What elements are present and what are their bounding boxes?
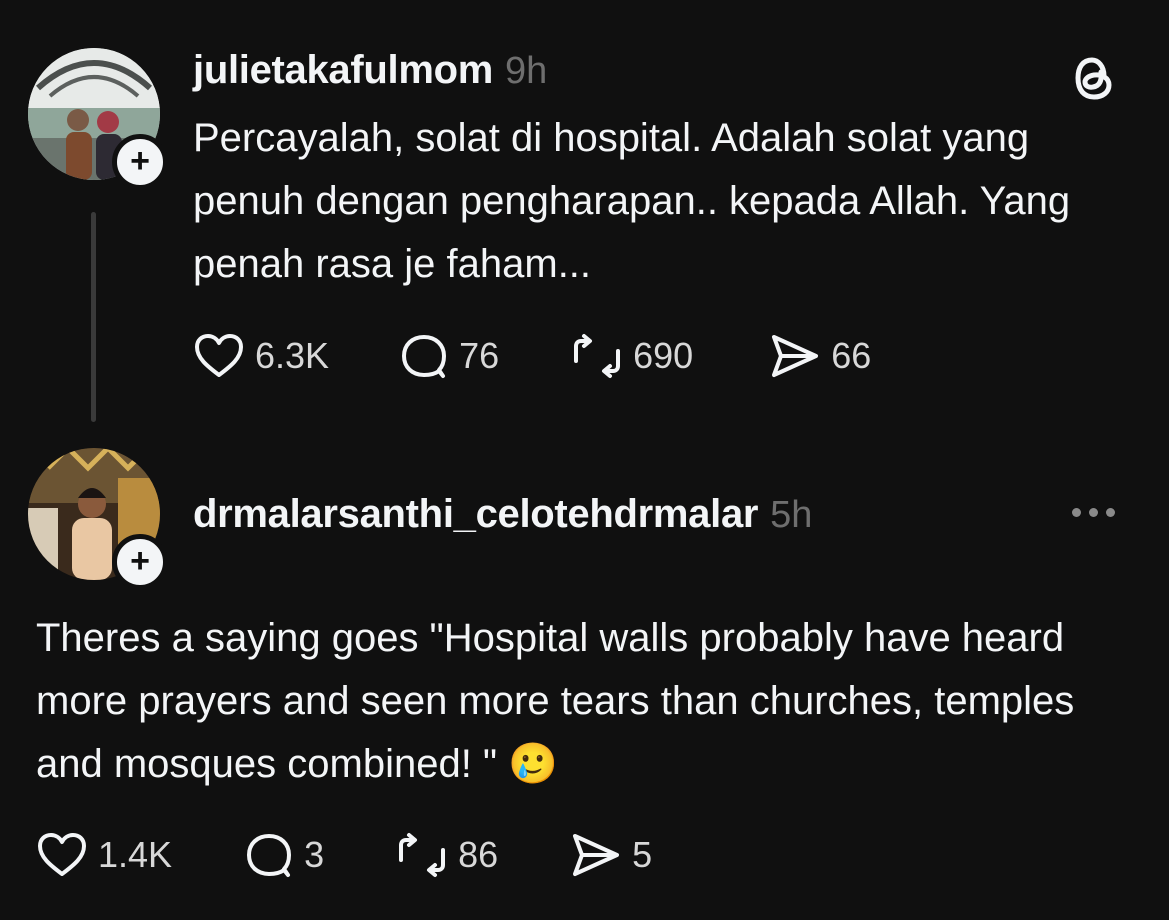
share-count: 5 [632, 834, 653, 875]
repost-count: 86 [458, 834, 499, 875]
reply-count: 3 [304, 834, 325, 875]
comment-icon [402, 335, 447, 378]
post-text: Percayalah, solat di hospital. Adalah so… [193, 116, 1071, 286]
avatar-drmalar-wrap: + [28, 448, 168, 590]
reply-button[interactable]: 3 [244, 832, 324, 878]
username[interactable]: drmalarsanthi_celotehdrmalar [193, 492, 758, 537]
timestamp: 5h [770, 494, 813, 536]
thread-connector-line [91, 212, 96, 422]
repost-icon [399, 833, 446, 877]
plus-icon: + [130, 141, 150, 180]
follow-button[interactable]: + [112, 134, 168, 190]
reply-count: 76 [459, 335, 500, 376]
share-button[interactable]: 66 [769, 333, 871, 379]
username[interactable]: julietakafulmom [193, 48, 493, 93]
repost-icon [574, 334, 621, 378]
repost-count: 690 [633, 335, 694, 376]
share-button[interactable]: 5 [570, 832, 652, 878]
post-actions: 6.3K 76 690 66 [193, 333, 871, 379]
follow-button[interactable]: + [112, 534, 168, 590]
repost-button[interactable]: 86 [396, 832, 498, 878]
post-header: drmalarsanthi_celotehdrmalar 5h [193, 492, 812, 537]
avatar-julietakafulmom-wrap: + [28, 48, 168, 190]
more-options-icon[interactable] [1072, 508, 1115, 517]
comment-icon [247, 834, 292, 877]
post-actions: 1.4K 3 86 5 [36, 832, 652, 878]
like-button[interactable]: 1.4K [36, 832, 172, 878]
heart-icon [38, 833, 86, 876]
post-header: julietakafulmom 9h [193, 48, 547, 93]
repost-button[interactable]: 690 [571, 333, 693, 379]
like-count: 1.4K [98, 834, 173, 875]
send-icon [772, 335, 819, 377]
like-count: 6.3K [255, 335, 330, 376]
timestamp: 9h [505, 50, 548, 92]
send-icon [573, 834, 620, 876]
reply-button[interactable]: 76 [399, 333, 499, 379]
share-count: 66 [831, 335, 872, 376]
post-text: Theres a saying goes "Hospital walls pro… [36, 616, 1075, 786]
like-button[interactable]: 6.3K [193, 333, 329, 379]
threads-logo-icon[interactable] [1071, 52, 1117, 109]
heart-icon [195, 334, 243, 377]
plus-icon: + [130, 541, 150, 580]
